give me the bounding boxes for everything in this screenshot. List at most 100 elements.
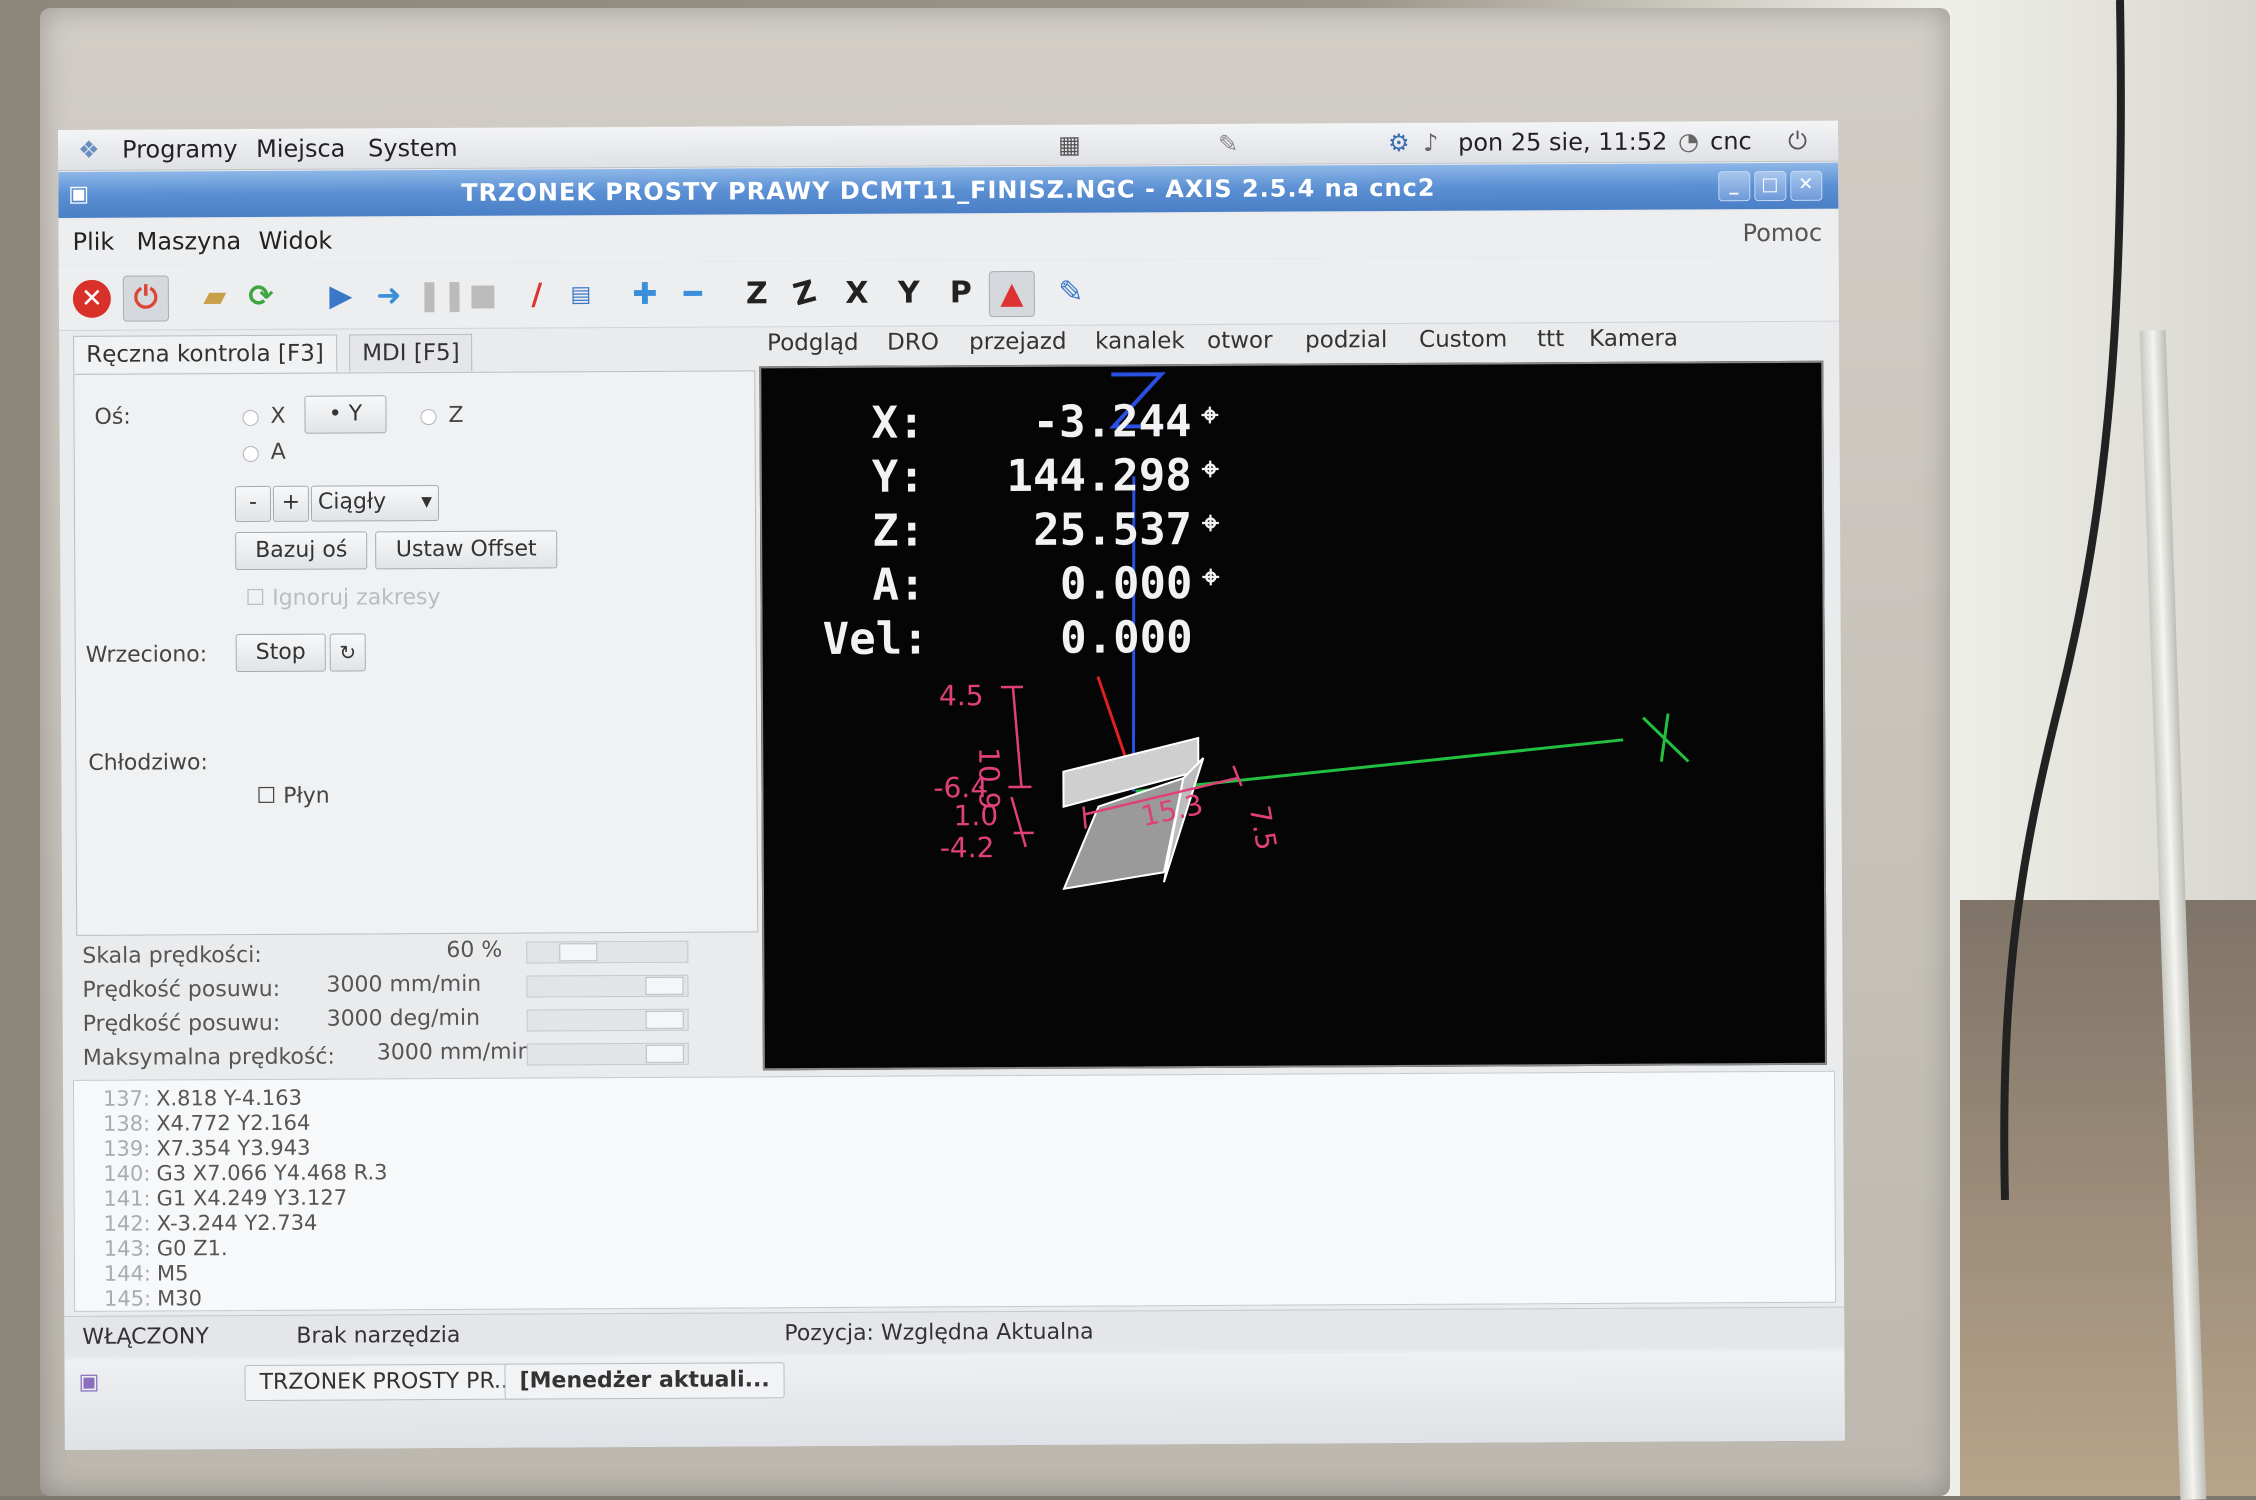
tab-ttt[interactable]: ttt bbox=[1537, 326, 1564, 352]
dro-y-label: Y: bbox=[872, 451, 925, 502]
view-x-icon[interactable]: X bbox=[835, 272, 879, 316]
zoom-in-icon[interactable]: ✚ bbox=[623, 273, 667, 317]
slider-handle[interactable] bbox=[646, 1011, 684, 1029]
rotate-view-icon[interactable]: ▲ bbox=[989, 271, 1035, 317]
taskbar-update-manager[interactable]: [Menedżer aktuali... bbox=[504, 1362, 784, 1399]
dim-label-5: -4.2 bbox=[940, 831, 995, 864]
spindle-stop-button[interactable]: Stop bbox=[236, 634, 326, 672]
touch-off-button[interactable]: Ustaw Offset bbox=[375, 530, 557, 569]
jog-plus-button[interactable]: + bbox=[273, 486, 309, 522]
home-axis-button[interactable]: Bazuj oś bbox=[235, 531, 367, 570]
gcode-line[interactable]: 144:M5 bbox=[95, 1261, 189, 1285]
gcode-line[interactable]: 143:G0 Z1. bbox=[95, 1236, 228, 1261]
home-marker-icon: ⌖ bbox=[1202, 506, 1219, 541]
axis-y-radio[interactable]: • Y bbox=[304, 395, 386, 433]
flood-checkbox[interactable]: ☐ Płyn bbox=[256, 784, 329, 809]
power-icon[interactable]: ⏻ bbox=[1788, 127, 1807, 155]
axis-x-label[interactable]: X bbox=[270, 404, 285, 429]
menu-help[interactable]: Pomoc bbox=[1742, 219, 1822, 247]
dro-z-value: 25.537 bbox=[1032, 504, 1192, 556]
menu-file[interactable]: Plik bbox=[73, 228, 115, 256]
line-number: 142: bbox=[95, 1212, 151, 1236]
axis-z-label[interactable]: Z bbox=[448, 403, 463, 428]
gcode-line[interactable]: 141:G1 X4.249 Y3.127 bbox=[95, 1186, 348, 1211]
tab-kamera[interactable]: Kamera bbox=[1589, 326, 1678, 352]
gcode-line[interactable]: 140:G3 X7.066 Y4.468 R.3 bbox=[94, 1160, 387, 1186]
gcode-line[interactable]: 138:X4.772 Y2.164 bbox=[94, 1111, 310, 1136]
taskbar-axis-window[interactable]: TRZONEK PROSTY PR... bbox=[244, 1364, 530, 1401]
edit-icon[interactable]: ✎ bbox=[1218, 130, 1238, 158]
tab-manual[interactable]: Ręczna kontrola [F3] bbox=[73, 335, 337, 373]
window-titlebar[interactable]: ▣ TRZONEK PROSTY PRAWY DCMT11_FINISZ.NGC… bbox=[58, 163, 1838, 218]
tab-podzial[interactable]: podzial bbox=[1305, 327, 1387, 353]
axis-a-label[interactable]: A bbox=[271, 440, 286, 465]
menu-view[interactable]: Widok bbox=[259, 227, 333, 255]
calculator-icon[interactable]: ▦ bbox=[1058, 131, 1081, 159]
axis-x-radio[interactable] bbox=[242, 410, 258, 426]
foot-icon[interactable]: ❖ bbox=[78, 136, 100, 164]
maximize-button[interactable]: □ bbox=[1754, 171, 1786, 201]
minimize-button[interactable]: _ bbox=[1718, 171, 1750, 201]
dim-label-1: 4.5 bbox=[939, 679, 984, 712]
stop-icon[interactable]: ■ bbox=[461, 274, 505, 318]
menu-places[interactable]: Miejsca bbox=[256, 134, 345, 162]
show-desktop-icon[interactable]: ▣ bbox=[78, 1370, 99, 1395]
clock[interactable]: pon 25 sie, 11:52 bbox=[1458, 128, 1667, 157]
machine-power-icon[interactable]: ⏻ bbox=[123, 275, 169, 321]
step-icon[interactable]: ➜ bbox=[367, 274, 411, 318]
max-velocity-slider[interactable] bbox=[527, 1043, 689, 1066]
tab-custom[interactable]: Custom bbox=[1419, 326, 1507, 352]
volume-icon[interactable]: ♪ bbox=[1423, 129, 1438, 157]
toolpath-preview[interactable]: 4.5 10.9 -6.4 1.0 -4.2 15.3 7.5 X: -3.24… bbox=[759, 361, 1827, 1071]
tab-przejazd[interactable]: przejazd bbox=[969, 329, 1067, 356]
gcode-line[interactable]: 145:M30 bbox=[95, 1286, 202, 1311]
manual-control-panel: Oś: X • Y Z A - + Ciągły ▼ Bazuj oś Usta… bbox=[73, 370, 758, 936]
dro-a-label: A: bbox=[872, 559, 925, 610]
slider-handle[interactable] bbox=[646, 1045, 684, 1063]
gcode-line[interactable]: 139:X7.354 Y3.943 bbox=[94, 1136, 310, 1161]
block-delete-icon[interactable]: / bbox=[515, 273, 559, 317]
jog-minus-button[interactable]: - bbox=[235, 486, 271, 522]
view-z2-icon[interactable]: Z bbox=[778, 267, 832, 321]
jog-increment-select[interactable]: Ciągły ▼ bbox=[311, 485, 439, 522]
tab-mdi[interactable]: MDI [F5] bbox=[349, 334, 473, 372]
open-file-icon[interactable]: ▰ bbox=[193, 275, 237, 319]
view-z-icon[interactable]: Z bbox=[735, 272, 779, 316]
feed-override-slider[interactable] bbox=[526, 941, 688, 964]
slider-handle[interactable] bbox=[645, 977, 683, 995]
clear-backplot-icon[interactable]: ✎ bbox=[1049, 271, 1093, 315]
tab-kanalek[interactable]: kanalek bbox=[1095, 328, 1185, 354]
view-y-icon[interactable]: Y bbox=[887, 271, 931, 315]
menu-system[interactable]: System bbox=[368, 134, 458, 162]
tab-preview[interactable]: Podgląd bbox=[767, 330, 859, 356]
tab-otwor[interactable]: otwor bbox=[1207, 328, 1273, 354]
spindle-forward-icon[interactable]: ↻ bbox=[330, 633, 366, 671]
zoom-out-icon[interactable]: ━ bbox=[671, 273, 715, 317]
jog-speed-slider[interactable] bbox=[526, 975, 688, 998]
optional-stop-icon[interactable]: ▤ bbox=[559, 273, 603, 317]
gcode-line[interactable]: 142:X-3.244 Y2.734 bbox=[95, 1211, 318, 1236]
slider-handle[interactable] bbox=[559, 943, 597, 961]
reload-icon[interactable]: ⟳ bbox=[239, 275, 283, 319]
axis-a-radio[interactable] bbox=[243, 446, 259, 462]
estop-icon[interactable]: ✕ bbox=[73, 280, 111, 318]
dro-vel-value: 0.000 bbox=[1033, 612, 1193, 664]
run-icon[interactable]: ▶ bbox=[319, 274, 363, 318]
network-icon[interactable]: ⚙ bbox=[1388, 129, 1410, 157]
tab-dro[interactable]: DRO bbox=[887, 329, 939, 355]
menu-programs[interactable]: Programy bbox=[122, 135, 238, 164]
user-name[interactable]: cnc bbox=[1710, 127, 1752, 155]
window-icon[interactable]: ▣ bbox=[68, 172, 90, 218]
axis-z-radio[interactable] bbox=[420, 409, 436, 425]
view-p-icon[interactable]: P bbox=[939, 271, 983, 315]
pause-icon[interactable]: ❚❚ bbox=[417, 274, 461, 318]
menu-machine[interactable]: Maszyna bbox=[137, 227, 242, 256]
jog-angular-slider[interactable] bbox=[527, 1009, 689, 1032]
status-bar: WŁĄCZONY Brak narzędzia Pozycja: Względn… bbox=[64, 1307, 1844, 1357]
gcode-listing[interactable]: 137:X.818 Y-4.163 138:X4.772 Y2.164 139:… bbox=[73, 1071, 1836, 1312]
spindle-label: Wrzeciono: bbox=[86, 642, 208, 668]
close-button[interactable]: ✕ bbox=[1790, 171, 1822, 201]
line-code: G0 Z1. bbox=[157, 1236, 228, 1260]
ignore-limits-checkbox[interactable]: ☐ Ignoruj zakresy bbox=[245, 585, 440, 611]
gcode-line[interactable]: 137:X.818 Y-4.163 bbox=[94, 1086, 302, 1111]
